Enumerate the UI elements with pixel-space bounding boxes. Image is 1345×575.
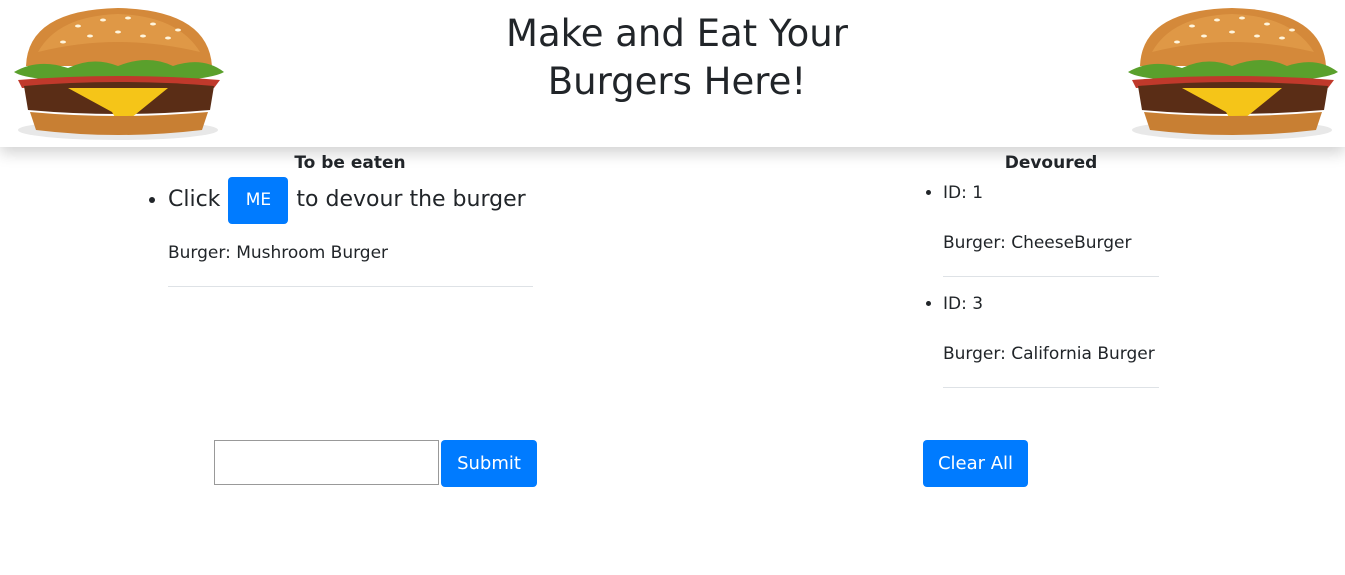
click-text: Click (168, 187, 221, 212)
burger-id: ID: 1 (943, 183, 984, 203)
clear-all-button[interactable]: Clear All (923, 440, 1028, 487)
list-item: ID: 1 Burger: CheeseBurger (943, 180, 1159, 277)
list-item: ID: 3 Burger: California Burger (943, 291, 1159, 388)
devour-instruction: Click ME to devour the burger (168, 176, 533, 224)
burger-name: Burger: California Burger (943, 341, 1159, 388)
to-be-eaten-list: Click ME to devour the burger Burger: Mu… (168, 176, 533, 287)
hamburger-image (1128, 8, 1338, 140)
hamburger-image (14, 8, 224, 140)
devoured-heading: Devoured (1004, 153, 1098, 173)
devour-text: to devour the burger (296, 187, 526, 212)
to-be-eaten-heading: To be eaten (294, 153, 406, 173)
header-banner: Make and Eat Your Burgers Here! (0, 0, 1345, 147)
list-item: Click ME to devour the burger Burger: Mu… (168, 176, 533, 287)
burger-name: Burger: Mushroom Burger (168, 242, 533, 287)
burger-id: ID: 3 (943, 294, 984, 314)
page-title: Make and Eat Your Burgers Here! (506, 12, 848, 103)
burger-name: Burger: CheeseBurger (943, 230, 1159, 277)
devour-button[interactable]: ME (228, 176, 289, 224)
burger-name-input[interactable] (214, 440, 439, 485)
devoured-list: ID: 1 Burger: CheeseBurger ID: 3 Burger:… (943, 180, 1159, 402)
submit-button[interactable]: Submit (441, 440, 537, 487)
